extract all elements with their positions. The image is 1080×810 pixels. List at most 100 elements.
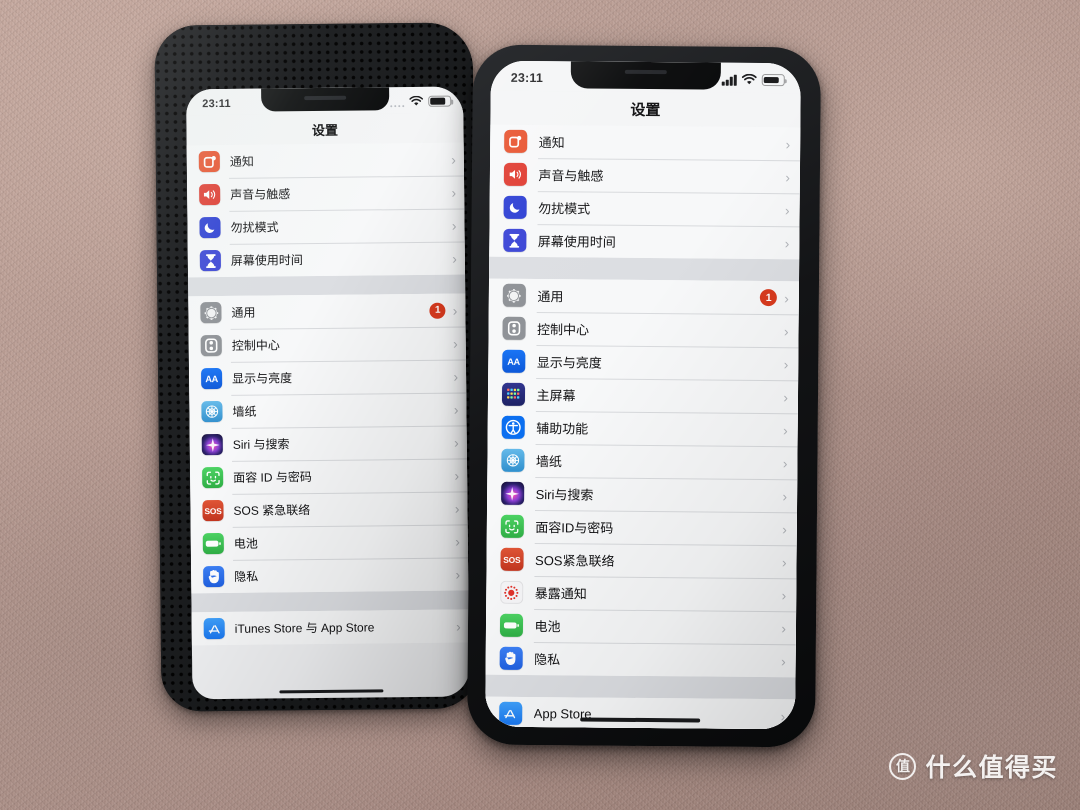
chevron-right-icon: › bbox=[455, 533, 460, 550]
right-phone-screen[interactable]: 23:11 设置 通知 › 声音与触感 › 勿扰模式 › 屏幕使用时间 › 通用 1 › 控制中心 › A… bbox=[485, 60, 801, 730]
settings-row-wallpaper[interactable]: 墙纸 › bbox=[189, 392, 467, 429]
settings-row-battery[interactable]: 电池 › bbox=[485, 608, 797, 645]
settings-row-siri[interactable]: Siri 与搜索 › bbox=[189, 425, 467, 462]
settings-row-label: 控制中心 bbox=[537, 322, 590, 338]
settings-row-label: Siri与搜索 bbox=[535, 487, 594, 503]
settings-row-label: 勿扰模式 bbox=[230, 220, 279, 235]
chevron-right-icon: › bbox=[454, 467, 460, 484]
settings-row-battery[interactable]: 电池 › bbox=[190, 524, 469, 561]
settings-row-label: 通用 bbox=[537, 289, 564, 305]
wifi-icon bbox=[741, 73, 757, 86]
settings-row-label: 暴露通知 bbox=[534, 586, 587, 602]
chevron-right-icon: › bbox=[783, 322, 789, 339]
privacy-icon bbox=[499, 647, 523, 670]
settings-row-label: 辅助功能 bbox=[536, 421, 589, 437]
settings-row-privacy[interactable]: 隐私 › bbox=[191, 557, 469, 594]
wallpaper-icon bbox=[501, 449, 525, 472]
left-settings-list[interactable]: 通知 › 声音与触感 › 勿扰模式 › 屏幕使用时间 › 通用 1 › 控制中心 › AA 显示与亮度 › 墙纸… bbox=[186, 142, 469, 646]
earpiece-speaker bbox=[303, 95, 346, 101]
settings-row-label: 声音与触感 bbox=[230, 187, 291, 202]
settings-row-notifications[interactable]: 通知 › bbox=[490, 124, 801, 161]
chevron-right-icon: › bbox=[782, 520, 787, 537]
cellular-signal-icon bbox=[721, 74, 737, 86]
settings-row-sounds[interactable]: 声音与触感 › bbox=[187, 175, 465, 212]
right-settings-app: 23:11 设置 通知 › 声音与触感 › 勿扰模式 › 屏幕使用时间 › 通用 1 › 控制中心 › A… bbox=[485, 60, 801, 730]
settings-row-display[interactable]: AA 显示与亮度 › bbox=[188, 359, 467, 396]
battery-icon bbox=[761, 74, 785, 86]
settings-row-label: 屏幕使用时间 bbox=[230, 253, 303, 268]
sos-icon: SOS bbox=[500, 548, 524, 571]
settings-row-control-center[interactable]: 控制中心 › bbox=[488, 311, 799, 348]
settings-row-label: 电池 bbox=[534, 619, 561, 635]
settings-row-label: 隐私 bbox=[534, 652, 561, 668]
settings-row-sos[interactable]: SOS SOS紧急联络 › bbox=[486, 542, 797, 579]
settings-row-label: 面容 ID 与密码 bbox=[233, 470, 312, 485]
screen-time-icon bbox=[503, 229, 526, 252]
wallpaper-icon bbox=[201, 400, 223, 423]
watermark-text: 什么值得买 bbox=[925, 754, 1058, 782]
chevron-right-icon: › bbox=[780, 707, 786, 724]
settings-row-display[interactable]: AA 显示与亮度 › bbox=[488, 344, 799, 381]
sos-icon: SOS bbox=[202, 499, 224, 522]
settings-row-control-center[interactable]: 控制中心 › bbox=[188, 326, 466, 363]
settings-row-label: 墙纸 bbox=[535, 454, 563, 470]
right-settings-list[interactable]: 通知 › 声音与触感 › 勿扰模式 › 屏幕使用时间 › 通用 1 › 控制中心 › AA 显示与亮度 › 主屏… bbox=[485, 124, 801, 730]
settings-row-siri[interactable]: Siri与搜索 › bbox=[487, 476, 798, 513]
display-icon: AA bbox=[502, 350, 525, 373]
battery-icon bbox=[202, 532, 224, 555]
settings-row-notifications[interactable]: 通知 › bbox=[186, 142, 465, 179]
settings-row-wallpaper[interactable]: 墙纸 › bbox=[487, 443, 798, 480]
face-id-icon bbox=[500, 515, 524, 538]
chevron-right-icon: › bbox=[451, 151, 456, 168]
chevron-right-icon: › bbox=[781, 619, 787, 636]
settings-row-label: 隐私 bbox=[234, 569, 259, 584]
home-screen-icon bbox=[501, 383, 525, 406]
left-phone-screen[interactable]: 23:11 设置 通知 › 声音与触感 › 勿扰模式 › 屏幕使用时间 › 通用 1 › 控制中心 › A… bbox=[186, 86, 470, 700]
watermark: 值 什么值得买 bbox=[889, 748, 1058, 784]
settings-row-dnd[interactable]: 勿扰模式 › bbox=[489, 190, 800, 227]
settings-row-exposure[interactable]: 暴露通知 › bbox=[486, 575, 797, 612]
settings-row-general[interactable]: 通用 1 › bbox=[488, 278, 800, 315]
chevron-right-icon: › bbox=[780, 652, 786, 669]
siri-icon bbox=[201, 433, 223, 456]
chevron-right-icon: › bbox=[781, 586, 787, 603]
settings-row-label: 主屏幕 bbox=[536, 388, 576, 404]
settings-row-app-store[interactable]: iTunes Store 与 App Store › bbox=[191, 609, 469, 646]
dnd-icon bbox=[199, 217, 221, 239]
chevron-right-icon: › bbox=[784, 201, 790, 218]
settings-row-home-screen[interactable]: 主屏幕 › bbox=[487, 377, 799, 414]
settings-row-privacy[interactable]: 隐私 › bbox=[485, 641, 796, 678]
settings-row-screen-time[interactable]: 屏幕使用时间 › bbox=[187, 241, 466, 278]
settings-row-face-id[interactable]: 面容 ID 与密码 › bbox=[189, 458, 468, 495]
settings-row-accessibility[interactable]: 辅助功能 › bbox=[487, 410, 798, 447]
settings-row-sos[interactable]: SOS SOS 紧急联络 › bbox=[190, 491, 468, 528]
chevron-right-icon: › bbox=[785, 135, 791, 152]
accessibility-icon bbox=[501, 416, 525, 439]
watermark-logo-icon: 值 bbox=[889, 752, 917, 780]
status-time: 23:11 bbox=[510, 70, 544, 86]
chevron-right-icon: › bbox=[782, 454, 788, 471]
settings-row-label: 显示与亮度 bbox=[232, 371, 293, 386]
general-icon bbox=[502, 284, 526, 307]
settings-row-label: SOS紧急联络 bbox=[534, 553, 615, 569]
settings-row-screen-time[interactable]: 屏幕使用时间 › bbox=[489, 223, 800, 260]
chevron-right-icon: › bbox=[783, 355, 789, 372]
cellular-signal-icon bbox=[390, 96, 405, 108]
face-id-icon bbox=[202, 466, 224, 489]
settings-row-app-store[interactable]: App Store › bbox=[485, 696, 796, 730]
general-icon bbox=[200, 301, 222, 324]
chevron-right-icon: › bbox=[454, 500, 460, 517]
settings-row-face-id[interactable]: 面容ID与密码 › bbox=[486, 509, 797, 546]
settings-row-label: Siri 与搜索 bbox=[232, 437, 290, 452]
notch bbox=[260, 87, 389, 112]
privacy-icon bbox=[203, 565, 225, 588]
settings-row-dnd[interactable]: 勿扰模式 › bbox=[187, 208, 465, 245]
settings-group: 通用 1 › 控制中心 › AA 显示与亮度 › 墙纸 › Siri 与搜索 › 面容 ID 与密码 › S… bbox=[188, 293, 469, 594]
home-indicator[interactable] bbox=[278, 688, 383, 694]
app-store-icon bbox=[499, 701, 522, 725]
settings-row-sounds[interactable]: 声音与触感 › bbox=[489, 157, 801, 194]
settings-row-general[interactable]: 通用 1 › bbox=[188, 293, 466, 330]
right-phone: 23:11 设置 通知 › 声音与触感 › 勿扰模式 › 屏幕使用时间 › 通用 1 › 控制中心 › A… bbox=[466, 44, 822, 748]
chevron-right-icon: › bbox=[784, 234, 790, 251]
status-indicators bbox=[390, 95, 452, 108]
